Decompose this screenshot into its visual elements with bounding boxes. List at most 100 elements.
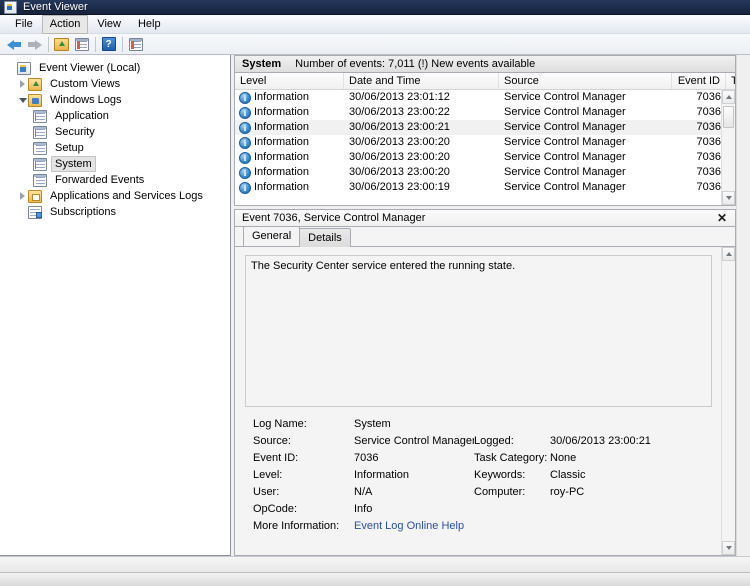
cell-datetime: 30/06/2013 23:00:20 (349, 166, 450, 178)
cell-level-text: Information (254, 136, 310, 148)
cell-event-id: 7036 (696, 136, 721, 148)
log-system-icon (33, 157, 47, 171)
log-application-icon (33, 109, 47, 123)
folder-windows-logs-icon (28, 93, 42, 107)
tree-item-label: Subscriptions (50, 206, 117, 218)
information-icon: i (239, 181, 251, 194)
tree-item-setup[interactable]: Setup (6, 140, 230, 156)
table-row[interactable]: i Information 30/06/2013 23:00:20 Servic… (235, 135, 721, 150)
tree-item-system[interactable]: System (6, 156, 230, 172)
tab-details[interactable]: Details (299, 228, 351, 247)
information-icon: i (239, 121, 251, 134)
value-opcode: Info (354, 503, 373, 515)
value-logged: 30/06/2013 23:00:21 (550, 435, 651, 447)
table-row[interactable]: i Information 30/06/2013 23:00:20 Servic… (235, 150, 721, 165)
label-user: User: (253, 486, 280, 498)
tree-item-applications-and-services-logs[interactable]: Applications and Services Logs (6, 188, 230, 204)
taskbar[interactable] (0, 572, 750, 586)
tree-item-subscriptions[interactable]: Subscriptions (6, 204, 230, 220)
cell-level-text: Information (254, 121, 310, 133)
show-hide-console-tree-button[interactable] (72, 35, 91, 53)
cell-datetime: 30/06/2013 23:00:20 (349, 151, 450, 163)
tree-item-event-viewer-local[interactable]: Event Viewer (Local) (6, 60, 230, 76)
table-row[interactable]: i Information 30/06/2013 23:00:22 Servic… (235, 105, 721, 120)
column-header-event-id[interactable]: Event ID (672, 73, 726, 89)
tree-item-label: Forwarded Events (55, 174, 145, 186)
event-detail-scrollbar[interactable] (721, 247, 735, 555)
window-title: Event Viewer (23, 0, 88, 13)
tree-item-label: Windows Logs (50, 94, 122, 106)
twisty-collapsed-icon[interactable] (17, 192, 28, 200)
console-tree-icon (74, 37, 89, 51)
table-row[interactable]: i Information 30/06/2013 23:00:20 Servic… (235, 165, 721, 180)
label-keywords: Keywords: (474, 469, 526, 481)
cell-datetime: 30/06/2013 23:00:22 (349, 106, 450, 118)
forward-button[interactable] (25, 35, 44, 53)
cell-source: Service Control Manager (504, 91, 626, 103)
column-header-task-category[interactable]: Task Categ... (726, 73, 735, 89)
menu-action[interactable]: Action (41, 14, 89, 34)
table-row[interactable]: i Information 30/06/2013 23:00:21 Servic… (235, 120, 721, 135)
table-row[interactable]: i Information 30/06/2013 23:01:12 Servic… (235, 90, 721, 105)
event-list-scrollbar[interactable] (721, 90, 735, 205)
event-list-section: System Number of events: 7,011 (!) New e… (234, 55, 736, 206)
cell-event-id: 7036 (696, 106, 721, 118)
cell-event-id: 7036 (696, 151, 721, 163)
column-header-source[interactable]: Source (499, 73, 672, 89)
menu-help[interactable]: Help (130, 15, 169, 34)
event-message-box[interactable]: The Security Center service entered the … (245, 255, 712, 407)
label-task-category: Task Category: (474, 452, 548, 464)
event-detail-banner: Event 7036, Service Control Manager ✕ (234, 209, 736, 226)
cell-event-id: 7036 (696, 91, 721, 103)
scroll-down-button[interactable] (722, 191, 735, 205)
cell-source: Service Control Manager (504, 136, 626, 148)
window-titlebar: Event Viewer (0, 0, 750, 15)
scroll-up-button[interactable] (722, 90, 735, 104)
scroll-up-button[interactable] (722, 247, 735, 261)
event-viewer-window: Event Viewer File Action View Help ? Eve… (0, 0, 750, 572)
menu-file[interactable]: File (7, 15, 41, 34)
column-header-level[interactable]: Level (235, 73, 344, 89)
log-forwarded-events-icon (33, 173, 47, 187)
cell-datetime: 30/06/2013 23:00:19 (349, 181, 450, 193)
tree-item-forwarded-events[interactable]: Forwarded Events (6, 172, 230, 188)
table-row[interactable]: i Information 30/06/2013 23:00:19 Servic… (235, 180, 721, 195)
folder-custom-views-icon (28, 77, 42, 91)
tree-item-security[interactable]: Security (6, 124, 230, 140)
menu-view[interactable]: View (89, 15, 129, 34)
action-pane-strip (736, 55, 750, 556)
cell-event-id: 7036 (696, 181, 721, 193)
scrollbar-track[interactable] (722, 261, 735, 541)
tree-item-custom-views[interactable]: Custom Views (6, 76, 230, 92)
help-button[interactable]: ? (99, 35, 118, 53)
scroll-down-button[interactable] (722, 541, 735, 555)
tree-item-application[interactable]: Application (6, 108, 230, 124)
twisty-expanded-icon[interactable] (17, 97, 28, 103)
scrollbar-thumb[interactable] (723, 106, 734, 128)
up-one-level-button[interactable] (52, 35, 71, 53)
show-hide-action-pane-button[interactable] (126, 35, 145, 53)
status-bar (0, 556, 750, 572)
value-level: Information (354, 469, 410, 481)
cell-datetime: 30/06/2013 23:00:20 (349, 136, 450, 148)
back-button[interactable] (5, 35, 24, 53)
tab-general[interactable]: General (243, 227, 301, 246)
column-header-date-and-time[interactable]: Date and Time (344, 73, 499, 89)
folder-up-icon (54, 37, 69, 51)
close-icon[interactable]: ✕ (715, 212, 729, 224)
tree-item-label: System (51, 156, 96, 172)
event-log-online-help-link[interactable]: Event Log Online Help (354, 520, 464, 532)
tree-item-windows-logs[interactable]: Windows Logs (6, 92, 230, 108)
tab-panel-general: The Security Center service entered the … (235, 246, 735, 555)
window-content: Event Viewer (Local) Custom Views Window… (0, 55, 750, 556)
event-detail-section: Event 7036, Service Control Manager ✕ Ge… (234, 209, 736, 556)
cell-level: i Information (235, 135, 344, 150)
twisty-collapsed-icon[interactable] (17, 80, 28, 88)
scrollbar-track[interactable] (722, 104, 735, 191)
console-tree-pane[interactable]: Event Viewer (Local) Custom Views Window… (0, 55, 231, 556)
information-icon: i (239, 106, 251, 119)
cell-event-id: 7036 (696, 121, 721, 133)
event-list-log-name: System (242, 58, 282, 70)
cell-level-text: Information (254, 91, 310, 103)
